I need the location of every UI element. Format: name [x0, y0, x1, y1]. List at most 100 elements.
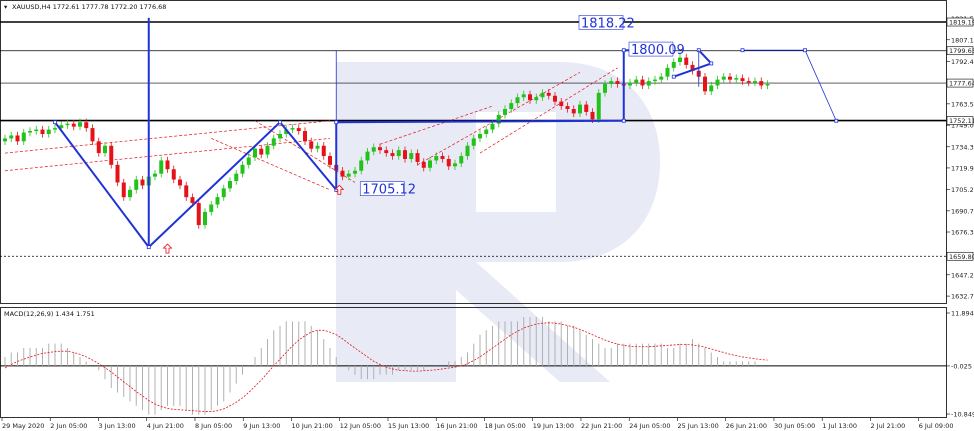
candle-body — [328, 156, 332, 165]
candle-body — [265, 145, 270, 155]
candle-body — [353, 170, 357, 174]
candle-body — [271, 138, 276, 146]
candle-body — [571, 109, 576, 114]
level-price-label: 1659.80 — [949, 253, 974, 261]
time-tick-label: 6 Jul 09:00 — [919, 422, 954, 430]
price-tick-label: 1632.70 — [951, 293, 974, 301]
candle-body — [78, 122, 82, 127]
candle-body — [3, 138, 7, 142]
candle-body — [559, 101, 564, 107]
price-tick-label: 1763.50 — [951, 100, 974, 108]
up-arrow-icon — [162, 243, 173, 254]
candle-body — [440, 156, 445, 159]
pattern-vertex — [53, 120, 57, 125]
candle-body — [484, 129, 489, 134]
time-tick-label: 3 Jun 13:00 — [98, 422, 135, 430]
candle-body — [46, 129, 51, 134]
candle-body — [140, 179, 145, 186]
time-tick-label: 2 Jul 21:00 — [870, 422, 905, 430]
time-tick-label: 18 Jun 05:00 — [484, 422, 525, 430]
annotation-label: 1705.12 — [362, 183, 416, 198]
broker-logo-watermark — [336, 62, 660, 382]
pattern-vertex — [146, 245, 151, 250]
candle-body — [409, 153, 414, 159]
candle-body — [403, 150, 407, 159]
macd-header: MACD(12,26,9) 1.434 1.751 — [4, 310, 95, 318]
pattern-vertex — [834, 118, 839, 123]
candle-body — [384, 150, 389, 154]
candle-body — [534, 97, 539, 101]
candle-body — [115, 164, 120, 183]
candle-body — [165, 160, 170, 170]
candle-body — [415, 153, 420, 162]
candle-body — [246, 157, 251, 165]
candle-body — [40, 129, 45, 134]
candle-body — [9, 135, 14, 139]
time-tick-label: 29 May 2020 — [2, 422, 44, 430]
candle-body — [359, 160, 364, 171]
pattern-vertex — [278, 120, 282, 125]
candle-body — [596, 92, 601, 120]
candle-body — [503, 109, 507, 115]
candle-body — [309, 141, 314, 149]
price-tick-label: 1676.30 — [951, 229, 974, 237]
candle-body — [109, 145, 114, 165]
candle-body — [178, 179, 182, 186]
candle-body — [65, 123, 70, 126]
candle-body — [678, 57, 682, 62]
candle-body — [296, 128, 301, 132]
candle-body — [303, 131, 307, 142]
candle-body — [584, 104, 589, 112]
candle-body — [521, 94, 526, 98]
candle-body — [659, 76, 664, 80]
candle-body — [553, 95, 557, 102]
time-tick-label: 10 Jun 21:00 — [291, 422, 332, 430]
candle-body — [346, 173, 351, 177]
time-tick-label: 30 Jun 05:00 — [774, 422, 815, 430]
candle-body — [371, 147, 376, 152]
candle-body — [396, 150, 401, 157]
pattern-vertex — [709, 61, 714, 66]
candle-body — [578, 104, 582, 114]
candle-body — [84, 122, 89, 129]
candle-body — [209, 204, 214, 212]
price-tick-label: 1705.25 — [951, 186, 974, 194]
candle-body — [153, 173, 157, 177]
time-tick-label: 22 Jun 21:00 — [581, 422, 622, 430]
candle-body — [665, 67, 670, 77]
macd-tick-label: -10.849 — [951, 411, 974, 419]
candle-body — [453, 163, 457, 167]
candle-body — [96, 141, 101, 154]
candle-body — [609, 81, 614, 85]
time-tick-label: 8 Jun 05:00 — [195, 422, 232, 430]
level-price-label: 1799.65 — [949, 47, 974, 55]
candle-body — [90, 128, 95, 142]
candle-body — [753, 81, 757, 83]
dropdown-arrow-icon[interactable]: ▾ — [4, 3, 8, 11]
price-tick-label: 1792.45 — [951, 58, 974, 66]
pattern-vertex — [621, 48, 626, 53]
candle-body — [121, 182, 126, 198]
candle-body — [315, 145, 320, 149]
macd-tick-label: -0.025 — [951, 362, 972, 370]
candle-body — [740, 78, 745, 82]
candle-body — [528, 94, 532, 101]
candle-body — [515, 97, 520, 104]
symbol-header: XAUUSD,H4 1772.61 1777.78 1772.20 1776.6… — [12, 3, 166, 11]
candle-body — [128, 189, 132, 198]
candle-body — [615, 81, 620, 85]
candle-body — [446, 158, 451, 167]
forecast-path — [742, 49, 837, 121]
pattern-vertex — [740, 48, 745, 53]
candle-body — [721, 76, 726, 80]
candle-body — [653, 79, 657, 82]
level-price-label: 1777.64 — [949, 80, 974, 88]
candle-body — [565, 106, 570, 109]
candle-body — [540, 92, 545, 98]
price-tick-label: 1734.30 — [951, 143, 974, 151]
candle-body — [471, 138, 476, 146]
time-tick-label: 24 Jun 05:00 — [629, 422, 670, 430]
candle-body — [171, 169, 176, 180]
annotation-label: 1818.22 — [581, 16, 635, 31]
time-tick-label: 12 Jun 05:00 — [340, 422, 381, 430]
